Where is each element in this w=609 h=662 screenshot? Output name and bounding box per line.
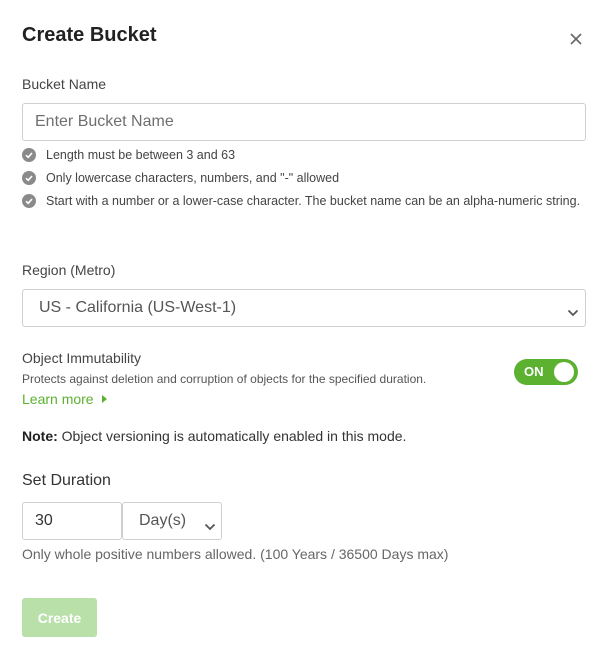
bucket-name-input[interactable] [22, 103, 586, 141]
caret-right-icon [102, 395, 107, 403]
bucket-name-label: Bucket Name [22, 76, 107, 92]
learn-more-link[interactable]: Learn more [22, 391, 94, 407]
region-selected-value: US - California (US-West-1) [39, 299, 237, 316]
dialog-title: Create Bucket [22, 24, 157, 46]
create-button[interactable]: Create [22, 598, 97, 637]
create-bucket-dialog: Create Bucket Bucket Name Length must be… [0, 0, 609, 662]
note-text: Object versioning is automatically enabl… [61, 428, 407, 444]
toggle-knob [554, 362, 574, 382]
duration-hint: Only whole positive numbers allowed. (10… [22, 546, 449, 562]
region-select[interactable]: US - California (US-West-1) [22, 289, 586, 327]
rule-text: Start with a number or a lower-case char… [46, 194, 581, 208]
duration-value-input[interactable] [22, 502, 122, 540]
duration-unit-value: Day(s) [139, 512, 187, 529]
check-circle-icon [22, 171, 36, 185]
toggle-label: ON [524, 364, 544, 379]
check-circle-icon [22, 194, 36, 208]
bucket-rule-length: Length must be between 3 and 63 [22, 146, 592, 165]
immutability-toggle[interactable]: ON [514, 359, 578, 385]
region-label: Region (Metro) [22, 262, 116, 278]
check-circle-icon [22, 148, 36, 162]
versioning-note: Note: Object versioning is automatically… [22, 428, 406, 444]
duration-unit-select[interactable]: Day(s) [122, 502, 222, 540]
rule-text: Only lowercase characters, numbers, and … [46, 171, 340, 185]
bucket-rule-characters: Only lowercase characters, numbers, and … [22, 169, 592, 188]
set-duration-label: Set Duration [22, 472, 111, 489]
chevron-down-icon [567, 304, 579, 322]
close-icon[interactable] [567, 30, 585, 48]
chevron-down-icon [204, 518, 216, 536]
bucket-rule-start: Start with a number or a lower-case char… [22, 192, 592, 230]
rule-text: Length must be between 3 and 63 [46, 148, 236, 162]
immutability-label: Object Immutability [22, 350, 142, 366]
immutability-description: Protects against deletion and corruption… [22, 372, 427, 386]
note-prefix: Note: [22, 428, 58, 444]
